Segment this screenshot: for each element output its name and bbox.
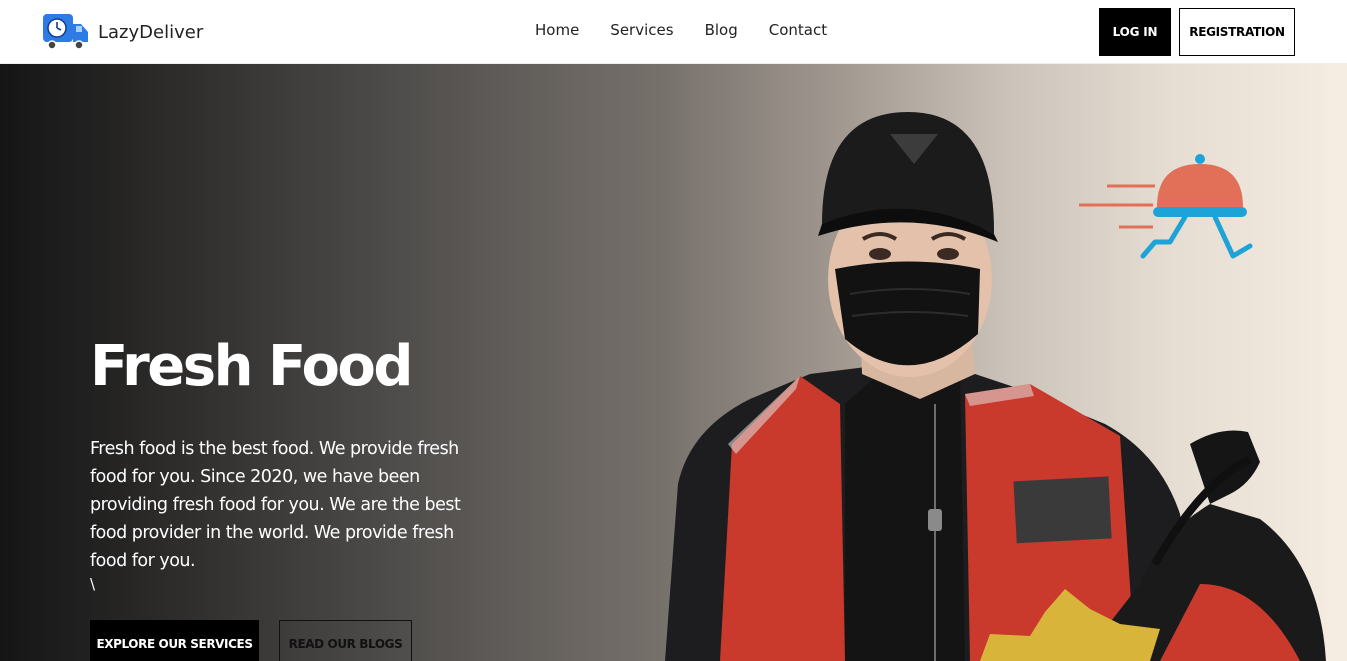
page-scrollbar-track[interactable] bbox=[1326, 64, 1347, 661]
brand[interactable]: LazyDeliver bbox=[42, 12, 203, 52]
login-button[interactable]: LOG IN bbox=[1099, 8, 1171, 56]
nav-link-services[interactable]: Services bbox=[610, 21, 673, 39]
stray-backslash: \ bbox=[90, 575, 96, 593]
main-nav: Home Services Blog Contact bbox=[535, 21, 858, 39]
registration-button[interactable]: REGISTRATION bbox=[1179, 8, 1295, 56]
nav-link-contact[interactable]: Contact bbox=[769, 21, 827, 39]
brand-name: LazyDeliver bbox=[98, 21, 204, 43]
hero-section: Fresh Food Fresh food is the best food. … bbox=[0, 64, 1326, 661]
read-blogs-button[interactable]: READ OUR BLOGS bbox=[279, 620, 412, 661]
explore-services-button[interactable]: EXPLORE OUR SERVICES bbox=[90, 620, 259, 661]
hero-description: Fresh food is the best food. We provide … bbox=[90, 439, 461, 571]
nav-link-blog[interactable]: Blog bbox=[705, 21, 738, 39]
top-navbar: LazyDeliver Home Services Blog Contact L… bbox=[0, 0, 1347, 64]
delivery-truck-clock-icon bbox=[43, 14, 88, 50]
running-food-cloche-icon bbox=[1079, 154, 1253, 259]
nav-link-home[interactable]: Home bbox=[535, 21, 579, 39]
hero-title: Fresh Food bbox=[90, 334, 413, 399]
